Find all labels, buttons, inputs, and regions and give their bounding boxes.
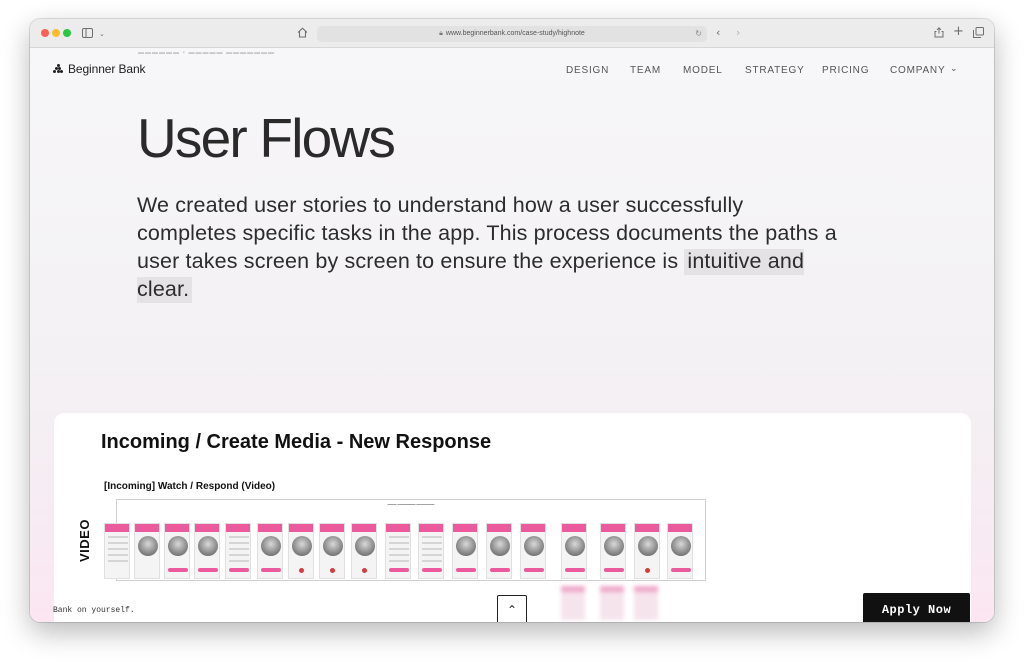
nav-pricing[interactable]: PRICING (822, 65, 869, 76)
chevron-left-icon[interactable]: ‹ (716, 27, 720, 39)
browser-toolbar: ⌄ 🔒︎ www.beginnerbank.com/case-study/high… (30, 19, 994, 48)
reload-icon[interactable]: ↻ (695, 26, 702, 42)
logo-icon (53, 64, 63, 74)
tagline: Bank on yourself. (53, 606, 135, 615)
faint-breadcrumb: ▬▬▬▬▬▬ ▪ ▬▬▬▬▬ ▬▬▬▬▬▬▬ (138, 50, 276, 56)
intro-paragraph: We created user stories to understand ho… (137, 191, 837, 303)
chevron-down-icon[interactable]: ⌄ (99, 28, 105, 40)
minimize-window-button[interactable] (52, 29, 60, 37)
web-page: ▬▬▬▬▬▬ ▪ ▬▬▬▬▬ ▬▬▬▬▬▬▬ Beginner Bank DES… (30, 48, 994, 622)
logo-text: Beginner Bank (68, 62, 146, 76)
apply-now-button[interactable]: Apply Now (863, 593, 970, 622)
blurred-thumbnail (600, 586, 624, 620)
home-icon[interactable] (297, 27, 308, 41)
lock-icon: 🔒︎ (439, 30, 443, 37)
user-flow-card: Incoming / Create Media - New Response [… (54, 413, 971, 622)
screen-thumbnail (257, 523, 283, 579)
screen-thumbnail (385, 523, 411, 579)
nav-strategy[interactable]: STRATEGY (745, 65, 805, 76)
video-label: VIDEO (77, 519, 92, 562)
screen-thumbnail (667, 523, 693, 579)
zoom-window-button[interactable] (63, 29, 71, 37)
blurred-thumbnail (561, 586, 585, 620)
chevron-up-icon: ⌃ (506, 603, 518, 617)
nav-design[interactable]: DESIGN (566, 65, 609, 76)
screen-thumbnail (288, 523, 314, 579)
nav-model[interactable]: MODEL (683, 65, 723, 76)
blurred-thumbnail (634, 586, 658, 620)
page-title: User Flows (137, 107, 396, 169)
chevron-down-icon[interactable]: ⌄ (950, 64, 958, 74)
card-title: Incoming / Create Media - New Response (101, 431, 492, 453)
sidebar-icon[interactable] (82, 28, 93, 41)
flow-label: [Incoming] Watch / Respond (Video) (104, 481, 276, 492)
screen-thumbnail (164, 523, 190, 579)
address-bar[interactable]: 🔒︎ www.beginnerbank.com/case-study/highno… (317, 26, 707, 42)
chevron-right-icon[interactable]: › (736, 27, 740, 39)
flow-diagram-caption: ▬▬▬ ▬▬▬▬▬▬ ▬▬▬▬▬▬ (387, 502, 435, 506)
nav-team[interactable]: TEAM (630, 65, 661, 76)
screen-thumbnail (452, 523, 478, 579)
screen-thumbnail (418, 523, 444, 579)
screen-thumbnail (194, 523, 220, 579)
screen-thumbnail (351, 523, 377, 579)
browser-window: ⌄ 🔒︎ www.beginnerbank.com/case-study/high… (30, 19, 994, 622)
share-icon[interactable] (934, 27, 944, 41)
plus-icon[interactable]: + (953, 25, 964, 38)
site-logo[interactable]: Beginner Bank (53, 62, 146, 76)
close-window-button[interactable] (41, 29, 49, 37)
screen-thumbnail (104, 523, 130, 579)
screen-thumbnail (225, 523, 251, 579)
tabs-icon[interactable] (973, 27, 984, 41)
screen-thumbnail (319, 523, 345, 579)
screen-thumbnail (634, 523, 660, 579)
screen-thumbnail (600, 523, 626, 579)
nav-company[interactable]: COMPANY (890, 65, 945, 76)
screen-thumbnail (561, 523, 587, 579)
screen-thumbnail (486, 523, 512, 579)
screen-thumbnail (520, 523, 546, 579)
screen-thumbnail (134, 523, 160, 579)
scroll-to-top-button[interactable]: ⌃ (497, 595, 527, 622)
url-text: www.beginnerbank.com/case-study/highnote (445, 30, 585, 37)
